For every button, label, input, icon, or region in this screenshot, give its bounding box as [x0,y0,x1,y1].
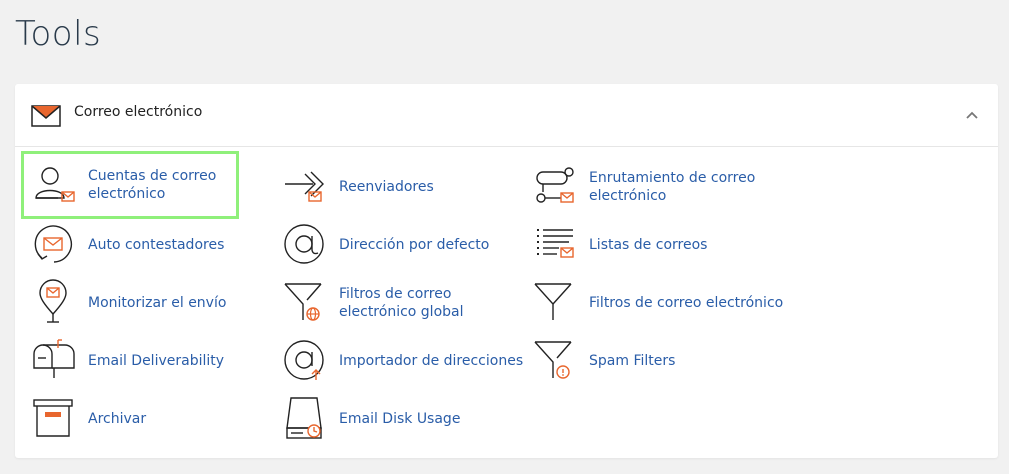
chevron-up-icon[interactable] [965,110,979,120]
filter-globe-icon [283,278,331,326]
disk-usage-icon [283,394,331,442]
tool-label: Email Disk Usage [339,411,461,427]
tool-email-deliverability[interactable]: Email Deliverability [32,336,272,386]
envelope-icon [31,105,61,127]
email-panel: Correo electrónico Cuentas de correo ele… [15,84,998,458]
tool-archive[interactable]: Archivar [32,394,272,444]
tool-track-delivery[interactable]: Monitorizar el envío [32,278,272,328]
tool-email-accounts[interactable]: Cuentas de correo electrónico [21,151,239,219]
tool-label: Auto contestadores [88,237,225,253]
tool-global-email-filters[interactable]: Filtros de correo electrónico global [283,278,523,328]
at-import-icon [283,336,331,384]
tool-label: Dirección por defecto [339,237,490,253]
tool-label: Filtros de correo electrónico [589,295,784,311]
tool-spam-filters[interactable]: Spam Filters [533,336,773,386]
tool-email-disk-usage[interactable]: Email Disk Usage [283,394,523,444]
tool-label: Importador de direcciones [339,353,524,369]
tool-mailing-lists[interactable]: Listas de correos [533,220,773,270]
tool-email-routing[interactable]: Enrutamiento de correo electrónico [533,162,793,212]
mailing-list-icon [533,220,581,268]
tool-label: Enrutamiento de correo electrónico [589,170,756,204]
archive-box-icon [32,394,80,442]
tool-label: Spam Filters [589,353,676,369]
page-title: Tools [15,14,102,54]
tool-email-filters[interactable]: Filtros de correo electrónico [533,278,793,328]
filter-icon [533,278,581,326]
at-sign-icon [283,220,331,268]
tool-label: Reenviadores [339,179,434,195]
tool-label: Email Deliverability [88,353,225,369]
filter-alert-icon [533,336,581,384]
email-panel-header[interactable]: Correo electrónico [15,84,998,147]
location-pin-mail-icon [32,278,80,326]
tool-label: Listas de correos [589,237,708,253]
tool-label: Filtros de correo electrónico global [339,286,464,320]
tool-address-importer[interactable]: Importador de direcciones [283,336,523,386]
tool-forwarders[interactable]: Reenviadores [283,162,523,212]
routing-mail-icon [533,162,581,210]
user-mail-icon [32,164,80,212]
tool-autoresponders[interactable]: Auto contestadores [32,220,272,270]
email-panel-title: Correo electrónico [74,104,203,120]
mailbox-icon [32,336,80,384]
tool-label: Archivar [88,411,147,427]
tool-default-address[interactable]: Dirección por defecto [283,220,523,270]
tool-label: Monitorizar el envío [88,295,227,311]
autoreply-icon [32,220,80,268]
forward-mail-icon [283,162,331,210]
tool-label: Cuentas de correo electrónico [88,168,217,202]
